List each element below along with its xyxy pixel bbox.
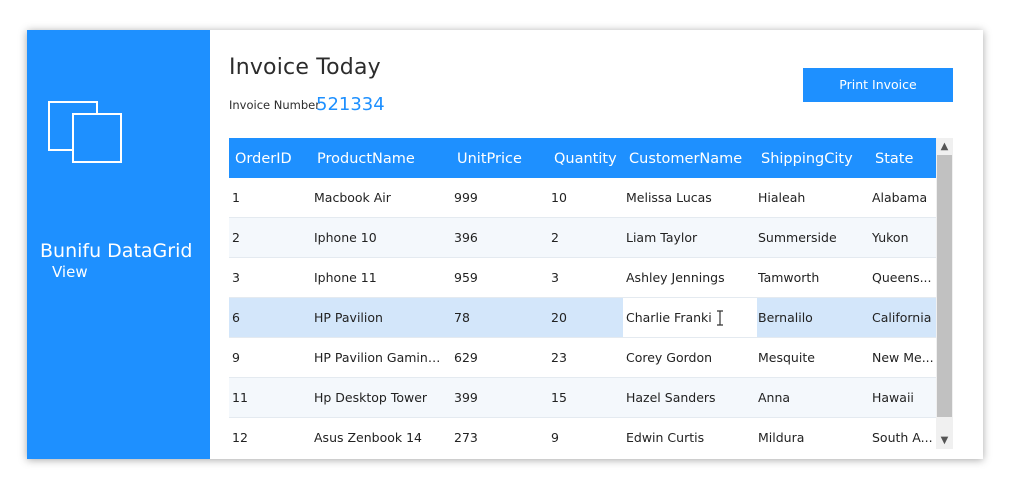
cell-customername[interactable]: Edwin Curtis [626,418,754,449]
cell-shippingcity[interactable]: Mesquite [758,338,868,377]
cell-state[interactable]: Queens... [872,258,934,297]
cell-state[interactable]: New Me... [872,338,934,377]
column-header-unitprice[interactable]: UnitPrice [457,138,522,178]
cell-customername[interactable]: Hazel Sanders [626,378,754,417]
cell-quantity[interactable]: 15 [551,378,621,417]
brand-line-1: Bunifu DataGrid [40,240,193,262]
cell-customername[interactable]: Corey Gordon [626,338,754,377]
cell-customername[interactable]: Ashley Jennings [626,258,754,297]
cell-state[interactable]: California [872,298,934,337]
cell-orderid[interactable]: 2 [232,218,307,257]
text-cursor-icon [717,310,723,326]
cell-orderid[interactable]: 12 [232,418,307,449]
cell-productname[interactable]: HP Pavilion [314,298,446,337]
scrollbar-thumb[interactable] [937,155,952,417]
cell-productname[interactable]: Iphone 11 [314,258,446,297]
cell-unitprice[interactable]: 273 [454,418,544,449]
column-header-customername[interactable]: CustomerName [629,138,742,178]
cell-unitprice[interactable]: 399 [454,378,544,417]
invoice-number-label: Invoice Number [229,98,320,112]
column-header-quantity[interactable]: Quantity [554,138,617,178]
cell-quantity[interactable]: 20 [551,298,621,337]
table-row[interactable]: 12 Asus Zenbook 14 273 9 Edwin Curtis Mi… [229,418,936,449]
cell-shippingcity[interactable]: Anna [758,378,868,417]
cell-orderid[interactable]: 11 [232,378,307,417]
cell-productname[interactable]: Hp Desktop Tower [314,378,446,417]
cell-quantity[interactable]: 9 [551,418,621,449]
cell-customername[interactable]: Melissa Lucas [626,178,754,217]
cell-shippingcity[interactable]: Hialeah [758,178,868,217]
cell-state[interactable]: Alabama [872,178,934,217]
brand-title: Bunifu DataGrid View [27,240,210,282]
cell-productname[interactable]: Iphone 10 [314,218,446,257]
cell-orderid[interactable]: 1 [232,178,307,217]
cell-unitprice[interactable]: 999 [454,178,544,217]
data-grid[interactable]: OrderID ProductName UnitPrice Quantity C… [229,138,953,449]
cell-unitprice[interactable]: 959 [454,258,544,297]
table-row[interactable]: 1 Macbook Air 999 10 Melissa Lucas Hiale… [229,178,936,218]
cell-customername-editor[interactable]: Charlie Franki [623,298,757,337]
cell-orderid[interactable]: 9 [232,338,307,377]
brand-line-2: View [52,263,88,281]
print-invoice-button[interactable]: Print Invoice [803,68,953,102]
table-row-selected[interactable]: 6 HP Pavilion 78 20 Charlie Franki Berna… [229,298,936,338]
cell-state[interactable]: Yukon [872,218,934,257]
cell-quantity[interactable]: 2 [551,218,621,257]
cell-shippingcity[interactable]: Bernalilo [758,298,868,337]
cell-state[interactable]: South A... [872,418,934,449]
cell-productname[interactable]: HP Pavilion Gaming... [314,338,446,377]
cell-quantity[interactable]: 10 [551,178,621,217]
column-header-productname[interactable]: ProductName [317,138,415,178]
table-row[interactable]: 11 Hp Desktop Tower 399 15 Hazel Sanders… [229,378,936,418]
table-row[interactable]: 2 Iphone 10 396 2 Liam Taylor Summerside… [229,218,936,258]
scroll-up-arrow-icon[interactable]: ▲ [936,138,953,155]
cell-orderid[interactable]: 6 [232,298,307,337]
restore-window-icon [48,101,122,163]
cell-shippingcity[interactable]: Mildura [758,418,868,449]
sidebar: Bunifu DataGrid View [27,30,210,459]
scroll-down-arrow-icon[interactable]: ▼ [936,432,953,449]
page-title: Invoice Today [229,55,381,80]
column-header-orderid[interactable]: OrderID [235,138,292,178]
app-window: Bunifu DataGrid View Invoice Today Invoi… [27,30,983,459]
cell-unitprice[interactable]: 629 [454,338,544,377]
cell-unitprice[interactable]: 78 [454,298,544,337]
cell-state[interactable]: Hawaii [872,378,934,417]
cell-unitprice[interactable]: 396 [454,218,544,257]
grid-header: OrderID ProductName UnitPrice Quantity C… [229,138,936,178]
cell-shippingcity[interactable]: Summerside [758,218,868,257]
grid-body: 1 Macbook Air 999 10 Melissa Lucas Hiale… [229,178,936,449]
cell-orderid[interactable]: 3 [232,258,307,297]
cell-productname[interactable]: Macbook Air [314,178,446,217]
cell-quantity[interactable]: 3 [551,258,621,297]
cell-customername[interactable]: Liam Taylor [626,218,754,257]
cell-productname[interactable]: Asus Zenbook 14 [314,418,446,449]
main-panel: Invoice Today Invoice Number 521334 Prin… [210,30,983,459]
table-row[interactable]: 3 Iphone 11 959 3 Ashley Jennings Tamwor… [229,258,936,298]
table-row[interactable]: 9 HP Pavilion Gaming... 629 23 Corey Gor… [229,338,936,378]
column-header-state[interactable]: State [875,138,913,178]
column-header-shippingcity[interactable]: ShippingCity [761,138,853,178]
cell-quantity[interactable]: 23 [551,338,621,377]
vertical-scrollbar[interactable]: ▲ ▼ [936,138,953,449]
cell-shippingcity[interactable]: Tamworth [758,258,868,297]
invoice-number-value: 521334 [316,94,385,115]
